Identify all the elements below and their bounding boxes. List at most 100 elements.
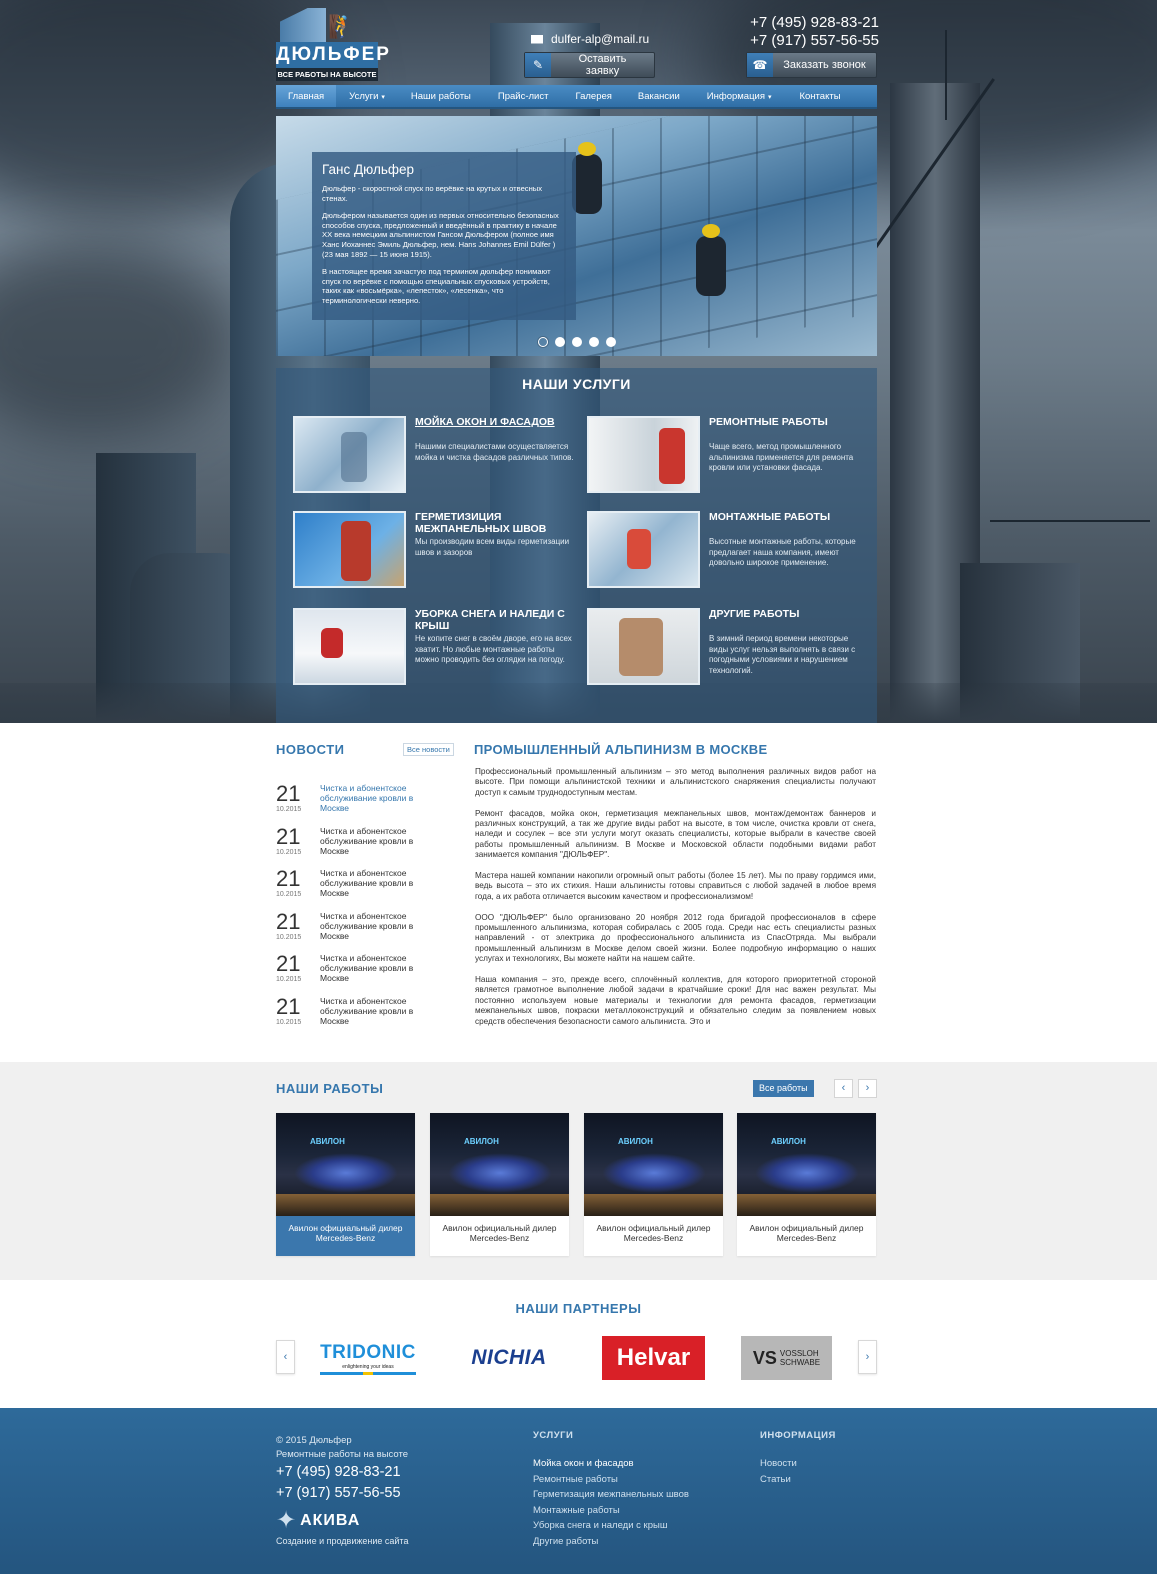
call-button[interactable]: ☎ Заказать звонок — [746, 52, 877, 78]
service-title[interactable]: РЕМОНТНЫЕ РАБОТЫ — [709, 416, 869, 428]
nav-works[interactable]: Наши работы — [398, 85, 484, 107]
service-image — [293, 511, 406, 588]
footer-link[interactable]: Другие работы — [533, 1534, 689, 1550]
partner-logo-vossloh[interactable]: VS VOSSLOH SCHWABE — [741, 1336, 832, 1380]
slider-dot[interactable] — [572, 337, 582, 347]
news-title[interactable]: Чистка и абонентское обслуживание кровли… — [320, 826, 432, 856]
nav-vacancies[interactable]: Вакансии — [625, 85, 693, 107]
news-title[interactable]: Чистка и абонентское обслуживание кровли… — [320, 911, 432, 941]
request-button[interactable]: ✎ Оставить заявку — [524, 52, 655, 78]
phone-2[interactable]: +7 (917) 557-56-55 — [750, 32, 879, 50]
about-paragraph: Профессиональный промышленный альпинизм … — [475, 767, 876, 797]
service-card[interactable]: ДРУГИЕ РАБОТЫ В зимний период времени не… — [587, 608, 872, 688]
about-paragraph: Наша компания – это, прежде всего, сплоч… — [475, 975, 876, 1026]
footer-phones: +7 (495) 928-83-21 +7 (917) 557-56-55 — [276, 1462, 401, 1504]
phone-icon: ☎ — [747, 53, 773, 77]
partner-logo-helvar[interactable]: Helvar — [602, 1336, 705, 1380]
services-heading: НАШИ УСЛУГИ — [522, 376, 631, 392]
nav-gallery[interactable]: Галерея — [562, 85, 624, 107]
request-button-label: Оставить заявку — [578, 53, 627, 77]
hero-slider: Ганс Дюльфер Дюльфер - скоростной спуск … — [276, 116, 877, 356]
footer-link[interactable]: Монтажные работы — [533, 1503, 689, 1519]
slider-worker — [572, 142, 602, 214]
footer-phone-1[interactable]: +7 (495) 928-83-21 — [276, 1462, 401, 1483]
service-card[interactable]: МОНТАЖНЫЕ РАБОТЫ Высотные монтажные рабо… — [587, 511, 872, 591]
news-item[interactable]: 21 10.2015 Чистка и абонентское обслужив… — [276, 824, 436, 864]
footer-link[interactable]: Уборка снега и наледи с крыш — [533, 1518, 689, 1534]
news-title[interactable]: Чистка и абонентское обслуживание кровли… — [320, 996, 432, 1026]
footer-phone-2[interactable]: +7 (917) 557-56-55 — [276, 1483, 401, 1504]
service-title[interactable]: ГЕРМЕТИЗИЦИЯ МЕЖПАНЕЛЬНЫХ ШВОВ — [415, 511, 575, 535]
logo-tagline: ВСЕ РАБОТЫ НА ВЫСОТЕ — [276, 68, 378, 81]
news-month-year: 10.2015 — [276, 849, 302, 856]
footer-link[interactable]: Мойка окон и фасадов — [533, 1456, 689, 1472]
slider-dot[interactable] — [589, 337, 599, 347]
nav-home[interactable]: Главная — [276, 85, 337, 107]
news-month-year: 10.2015 — [276, 891, 302, 898]
partner-logo-tridonic[interactable]: TRIDONIC enlightening your ideas — [320, 1336, 416, 1380]
phone-1[interactable]: +7 (495) 928-83-21 — [750, 14, 879, 32]
logo-building-icon — [280, 8, 326, 42]
slider-dot[interactable] — [555, 337, 565, 347]
service-title[interactable]: МОНТАЖНЫЕ РАБОТЫ — [709, 511, 869, 523]
partners-prev-button[interactable]: ‹ — [276, 1340, 295, 1374]
service-card[interactable]: РЕМОНТНЫЕ РАБОТЫ Чаще всего, метод промы… — [587, 416, 872, 496]
news-day: 21 — [276, 951, 301, 976]
news-month-year: 10.2015 — [276, 806, 302, 813]
news-item[interactable]: 21 10.2015 Чистка и абонентское обслужив… — [276, 781, 436, 821]
slider-worker — [696, 224, 726, 296]
agency-subtitle[interactable]: Создание и продвижение сайта — [276, 1536, 408, 1546]
partner-logo-nichia[interactable]: NICHIA — [449, 1336, 569, 1380]
work-card[interactable]: АВИЛОН Авилон официальный дилер Mercedes… — [430, 1113, 569, 1256]
work-image: АВИЛОН — [430, 1113, 569, 1216]
news-month-year: 10.2015 — [276, 934, 302, 941]
all-news-link[interactable]: Все новости — [403, 743, 454, 756]
news-item[interactable]: 21 10.2015 Чистка и абонентское обслужив… — [276, 951, 436, 991]
work-caption: Авилон официальный дилер Mercedes-Benz — [596, 1223, 711, 1243]
works-next-button[interactable]: › — [858, 1079, 877, 1098]
nav-services[interactable]: Услуги ▾ — [336, 85, 398, 107]
site-logo[interactable]: 🧗 ДЮЛЬФЕР ВСЕ РАБОТЫ НА ВЫСОТЕ — [276, 4, 389, 82]
service-image — [293, 416, 406, 493]
service-title[interactable]: ДРУГИЕ РАБОТЫ — [709, 608, 869, 620]
work-card[interactable]: АВИЛОН Авилон официальный дилер Mercedes… — [276, 1113, 415, 1256]
slider-dot[interactable] — [606, 337, 616, 347]
footer-link[interactable]: Герметизация межпанельных швов — [533, 1487, 689, 1503]
service-card[interactable]: ГЕРМЕТИЗИЦИЯ МЕЖПАНЕЛЬНЫХ ШВОВ Мы произв… — [293, 511, 578, 591]
all-works-button[interactable]: Все работы — [753, 1080, 814, 1097]
news-title[interactable]: Чистка и абонентское обслуживание кровли… — [320, 953, 432, 983]
news-item[interactable]: 21 10.2015 Чистка и абонентское обслужив… — [276, 866, 436, 906]
slide-text: В настоящее время зачастую под термином … — [322, 267, 551, 305]
service-desc: Мы производим всем виды герметизации шво… — [415, 537, 570, 557]
work-card[interactable]: АВИЛОН Авилон официальный дилер Mercedes… — [584, 1113, 723, 1256]
works-prev-button[interactable]: ‹ — [834, 1079, 853, 1098]
footer-services-list: Мойка окон и фасадов Ремонтные работы Ге… — [533, 1456, 689, 1550]
news-item[interactable]: 21 10.2015 Чистка и абонентское обслужив… — [276, 994, 436, 1034]
work-image: АВИЛОН — [276, 1113, 415, 1216]
slider-dot[interactable] — [538, 337, 548, 347]
footer-link[interactable]: Статьи — [760, 1472, 797, 1488]
main-nav: Главная Услуги ▾ Наши работы Прайс-лист Г… — [276, 85, 877, 109]
news-title[interactable]: Чистка и абонентское обслуживание кровли… — [320, 868, 432, 898]
service-desc: В зимний период времени некоторые виды у… — [709, 634, 856, 675]
nav-contacts[interactable]: Контакты — [785, 85, 854, 107]
agency-logo[interactable]: ✦ АКИВА — [276, 1506, 360, 1535]
footer-services-heading: УСЛУГИ — [533, 1430, 574, 1441]
nav-info[interactable]: Информация ▾ — [693, 85, 786, 107]
nav-price[interactable]: Прайс-лист — [484, 85, 563, 107]
news-month-year: 10.2015 — [276, 1019, 302, 1026]
news-item[interactable]: 21 10.2015 Чистка и абонентское обслужив… — [276, 909, 436, 949]
slide-text: Дюльфером называется один из первых отно… — [322, 211, 559, 259]
footer-link[interactable]: Ремонтные работы — [533, 1472, 689, 1488]
work-card[interactable]: АВИЛОН Авилон официальный дилер Mercedes… — [737, 1113, 876, 1256]
footer-link[interactable]: Новости — [760, 1456, 797, 1472]
news-title[interactable]: Чистка и абонентское обслуживание кровли… — [320, 783, 432, 813]
service-card[interactable]: МОЙКА ОКОН И ФАСАДОВ Нашими специалистам… — [293, 416, 578, 496]
service-title[interactable]: МОЙКА ОКОН И ФАСАДОВ — [415, 416, 575, 428]
partners-next-button[interactable]: › — [858, 1340, 877, 1374]
header-email[interactable]: dulfer-alp@mail.ru — [531, 32, 649, 46]
service-title[interactable]: УБОРКА СНЕГА И НАЛЕДИ С КРЫШ — [415, 608, 575, 632]
work-caption: Авилон официальный дилер Mercedes-Benz — [749, 1223, 864, 1243]
service-image — [587, 511, 700, 588]
service-card[interactable]: УБОРКА СНЕГА И НАЛЕДИ С КРЫШ Не копите с… — [293, 608, 578, 688]
